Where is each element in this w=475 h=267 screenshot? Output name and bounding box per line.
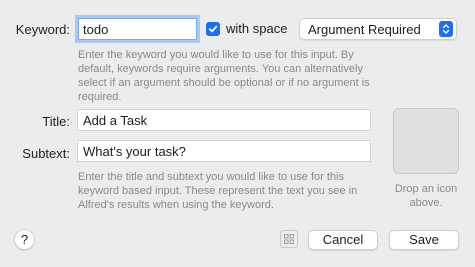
title-label: Title: (42, 114, 70, 129)
with-space-checkbox[interactable] (206, 22, 220, 36)
argument-mode-select[interactable]: Argument Required (299, 18, 457, 40)
argument-mode-value: Argument Required (308, 22, 421, 37)
subtext-label: Subtext: (22, 146, 70, 161)
help-button[interactable]: ? (14, 229, 35, 250)
save-button[interactable]: Save (389, 230, 459, 250)
icon-drop-hint: Drop an icon above. (394, 183, 458, 209)
keyword-input[interactable]: todo (78, 18, 197, 40)
with-space-label[interactable]: with space (226, 21, 287, 36)
subtext-input[interactable]: What's your task? (77, 140, 371, 162)
chevron-updown-icon (439, 21, 453, 37)
checkmark-icon (208, 25, 218, 33)
grid-button[interactable] (280, 230, 298, 248)
subtext-help-text: Enter the title and subtext you would li… (78, 171, 358, 211)
cancel-button[interactable]: Cancel (308, 230, 378, 250)
grid-icon (284, 234, 294, 244)
keyword-help-text: Enter the keyword you would like to use … (78, 49, 370, 103)
keyword-label: Keyword: (15, 22, 70, 37)
icon-drop-well[interactable] (393, 108, 459, 174)
title-input[interactable]: Add a Task (77, 109, 371, 131)
